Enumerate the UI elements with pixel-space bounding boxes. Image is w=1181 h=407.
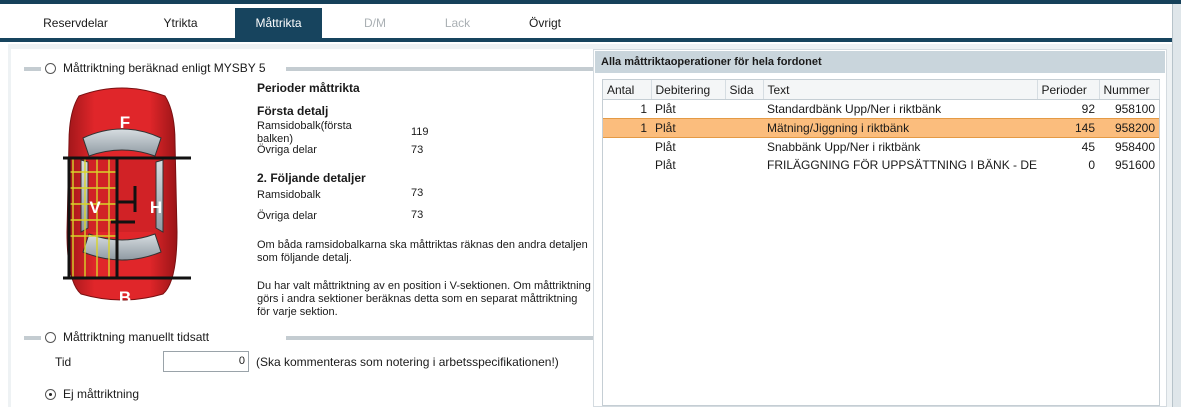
cell-debitering: Plåt	[651, 118, 725, 138]
column-header[interactable]: Text	[763, 80, 1038, 100]
cell-nummer: 951600	[1114, 158, 1155, 172]
table-header-row: Antal Debitering Sida Text Perioder Numm…	[603, 80, 1160, 100]
separator	[24, 67, 41, 71]
car-diagram[interactable]: F V H B	[51, 82, 193, 302]
column-header[interactable]: Perioder	[1037, 80, 1100, 100]
section-left-label: V	[89, 198, 101, 217]
cell-debitering: Plåt	[655, 158, 676, 172]
tab-underline	[0, 38, 1172, 42]
panel-title: Alla måttriktaoperationer för hela fordo…	[601, 56, 822, 68]
following-title: 2. Följande detaljer	[257, 171, 366, 185]
option-calculated-label: Måttriktning beräknad enligt MYSBY 5	[63, 61, 266, 75]
other-parts-label: Övriga delar	[257, 144, 317, 156]
cell-nummer: 958400	[1114, 140, 1155, 154]
info-text-2: Du har valt måttriktning av en position …	[257, 280, 591, 318]
operations-panel: Alla måttriktaoperationer för hela fordo…	[593, 49, 1167, 407]
section-front-label: F	[120, 113, 130, 132]
time-note: (Ska kommenteras som notering i arbetssp…	[256, 355, 559, 369]
mattriktning-panel: Måttriktning beräknad enligt MYSBY 5 F V…	[11, 49, 593, 407]
periods-title: Perioder måttrikta	[257, 81, 360, 95]
tab-mattrikta[interactable]: Måttrikta	[235, 8, 322, 39]
column-header[interactable]: Nummer	[1099, 80, 1160, 100]
other-parts-value: 73	[411, 144, 424, 156]
time-input[interactable]: 0	[163, 351, 249, 372]
tab-dm: D/M	[364, 16, 386, 30]
cell-perioder: 45	[1081, 140, 1095, 154]
radio-none[interactable]	[45, 389, 56, 400]
following-frame-label: Ramsidobalk	[257, 189, 321, 201]
cell-sida	[725, 156, 763, 174]
operations-grid[interactable]: Antal Debitering Sida Text Perioder Numm…	[602, 79, 1160, 406]
time-label: Tid	[55, 355, 72, 369]
table-row[interactable]: 1 Plåt Standardbänk Upp/Ner i riktbänk 9…	[603, 100, 1159, 119]
panel-header: Alla måttriktaoperationer för hela fordo…	[595, 51, 1165, 73]
section-right-label: H	[150, 198, 162, 217]
following-other-value: 73	[411, 209, 424, 221]
cell-sida	[725, 138, 763, 157]
cell-antal: 1	[603, 118, 651, 138]
table-row-selected[interactable]: 1 Plåt Mätning/Jiggning i riktbänk 145 9…	[603, 118, 1159, 138]
separator	[24, 336, 41, 340]
cell-perioder: 0	[1088, 158, 1095, 172]
cell-text: Standardbänk Upp/Ner i riktbänk	[767, 102, 942, 116]
following-frame-value: 73	[411, 187, 424, 199]
table-row[interactable]: Plåt Snabbänk Upp/Ner i riktbänk 45 9584…	[603, 138, 1159, 157]
section-back-label: B	[119, 288, 131, 302]
separator	[286, 336, 593, 340]
table-row[interactable]: Plåt FRILÄGGNING FÖR UPPSÄTTNING I BÄNK …	[603, 156, 1159, 174]
cell-antal	[603, 156, 651, 174]
cell-antal	[603, 138, 651, 157]
first-detail-title: Första detalj	[257, 104, 329, 118]
option-none-label: Ej måttriktning	[63, 387, 140, 401]
cell-sida	[725, 100, 763, 119]
following-other-label: Övriga delar	[257, 210, 317, 222]
column-header[interactable]: Sida	[725, 80, 764, 100]
column-header[interactable]: Antal	[603, 80, 652, 100]
tab-bar: Reservdelar Ytrikta Måttrikta D/M Lack Ö…	[0, 4, 1181, 39]
cell-nummer: 958100	[1114, 102, 1155, 116]
cell-antal: 1	[640, 102, 647, 116]
cell-perioder: 145	[1037, 118, 1099, 138]
first-detail-value: 119	[411, 126, 429, 138]
first-detail-label: Ramsidobalk(första balken)	[257, 120, 352, 145]
info-text-1: Om båda ramsidobalkarna ska måttriktas r…	[257, 239, 588, 264]
option-manual-label: Måttriktning manuellt tidsatt	[63, 330, 210, 344]
cell-nummer: 958200	[1099, 118, 1159, 138]
tab-ovrigt[interactable]: Övrigt	[500, 8, 590, 39]
cell-debitering: Plåt	[655, 140, 676, 154]
column-header[interactable]: Debitering	[651, 80, 726, 100]
tab-lack: Lack	[444, 16, 471, 30]
radio-manual[interactable]	[45, 332, 56, 343]
window-scrollbar[interactable]	[1172, 4, 1181, 407]
radio-calculated[interactable]	[45, 63, 56, 74]
tab-reservdelar[interactable]: Reservdelar	[18, 8, 133, 39]
cell-text: FRILÄGGNING FÖR UPPSÄTTNING I BÄNK - DEM…	[767, 158, 1037, 172]
cell-text: Snabbänk Upp/Ner i riktbänk	[767, 140, 921, 154]
separator	[286, 67, 593, 71]
cell-text: Mätning/Jiggning i riktbänk	[763, 118, 1037, 138]
cell-perioder: 92	[1081, 102, 1095, 116]
operations-table: Antal Debitering Sida Text Perioder Numm…	[603, 80, 1160, 174]
cell-sida	[725, 118, 763, 138]
cell-debitering: Plåt	[655, 102, 676, 116]
tab-ytrikta[interactable]: Ytrikta	[123, 8, 238, 39]
